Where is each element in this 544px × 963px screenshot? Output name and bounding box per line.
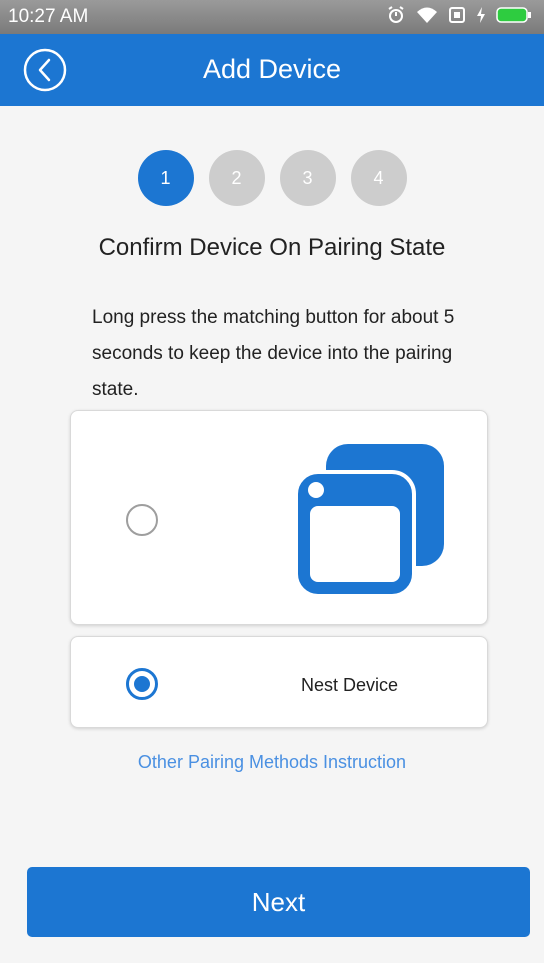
device-window-icon [286, 444, 446, 604]
status-bar: 10:27 AM [0, 0, 544, 34]
step-4: 4 [350, 150, 407, 206]
radio-selected-dot [134, 676, 150, 692]
status-time: 10:27 AM [8, 6, 89, 27]
wifi-icon [416, 6, 438, 24]
sim-icon [448, 6, 466, 24]
nest-device-radio[interactable] [126, 668, 158, 700]
device-option-card[interactable] [70, 410, 488, 625]
step-2: 2 [208, 150, 265, 206]
next-button[interactable]: Next [27, 867, 530, 937]
step-indicator: 1 2 3 4 [0, 150, 544, 206]
battery-icon [496, 6, 532, 24]
step-3: 3 [279, 150, 336, 206]
instruction-text: Long press the matching button for about… [92, 307, 455, 400]
alarm-icon [386, 5, 406, 25]
app-bar: Add Device [0, 34, 544, 106]
status-icons [386, 5, 532, 25]
section-heading: Confirm Device On Pairing State [98, 234, 446, 261]
page-title: Add Device [202, 54, 342, 84]
nest-device-label: Nest Device [301, 675, 399, 695]
step-1: 1 [137, 150, 194, 206]
device-option-radio[interactable] [126, 504, 158, 536]
nest-device-option-card[interactable]: Nest Device [70, 636, 488, 728]
charging-icon [476, 6, 486, 24]
other-pairing-methods-link[interactable]: Other Pairing Methods Instruction [0, 752, 544, 773]
